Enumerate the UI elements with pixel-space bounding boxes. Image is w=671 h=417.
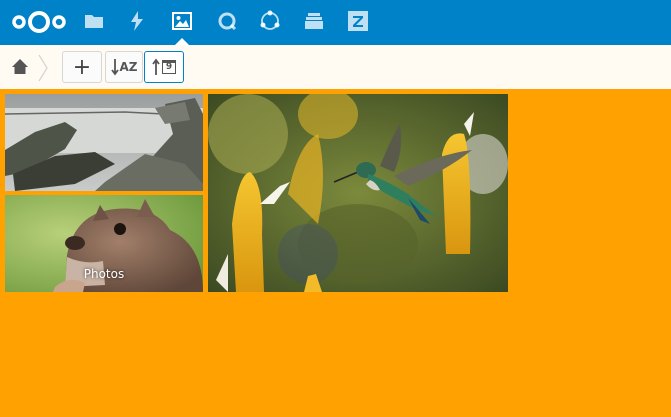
- folder-icon: [85, 15, 103, 28]
- app-header: [0, 0, 671, 45]
- deck-app-button[interactable]: [299, 6, 329, 36]
- stack-icon: [305, 13, 323, 29]
- files-app-button[interactable]: [79, 6, 109, 36]
- rocks-photo: [5, 94, 203, 191]
- add-icon: +: [72, 54, 92, 80]
- home-icon[interactable]: [10, 57, 30, 77]
- image-icon: [172, 12, 192, 30]
- talk-app-button[interactable]: [212, 6, 242, 36]
- sort-by-date-button[interactable]: 9: [144, 51, 184, 83]
- sort-down-arrow-icon: [110, 59, 119, 76]
- circles-app-button[interactable]: [255, 6, 285, 36]
- sort-name-label: AZ: [119, 60, 138, 74]
- breadcrumb-separator-icon: [38, 54, 48, 82]
- calendar-icon: 9: [162, 60, 176, 74]
- z-icon: [348, 11, 368, 31]
- activity-app-button[interactable]: [122, 6, 152, 36]
- nextcloud-logo[interactable]: [11, 8, 67, 36]
- sort-date-label: 9: [165, 62, 173, 72]
- add-button[interactable]: +: [62, 51, 102, 83]
- zoho-app-button[interactable]: [343, 6, 373, 36]
- album-photos[interactable]: Photos: [5, 195, 203, 292]
- search-circle-icon: [218, 12, 237, 31]
- sort-up-arrow-icon: [152, 58, 160, 75]
- album-thumbnail-rocks[interactable]: [5, 94, 203, 191]
- lightning-icon: [131, 11, 143, 31]
- circles-icon: [260, 10, 280, 30]
- album-label: Photos: [83, 267, 125, 281]
- photo-thumbnail-hummingbird[interactable]: [208, 94, 508, 292]
- active-app-indicator: [175, 38, 189, 45]
- sort-by-name-button[interactable]: AZ: [105, 51, 143, 83]
- hummingbird-photo: [208, 94, 508, 292]
- controls-bar: + AZ 9: [0, 45, 671, 89]
- gallery-app-button[interactable]: [167, 6, 197, 36]
